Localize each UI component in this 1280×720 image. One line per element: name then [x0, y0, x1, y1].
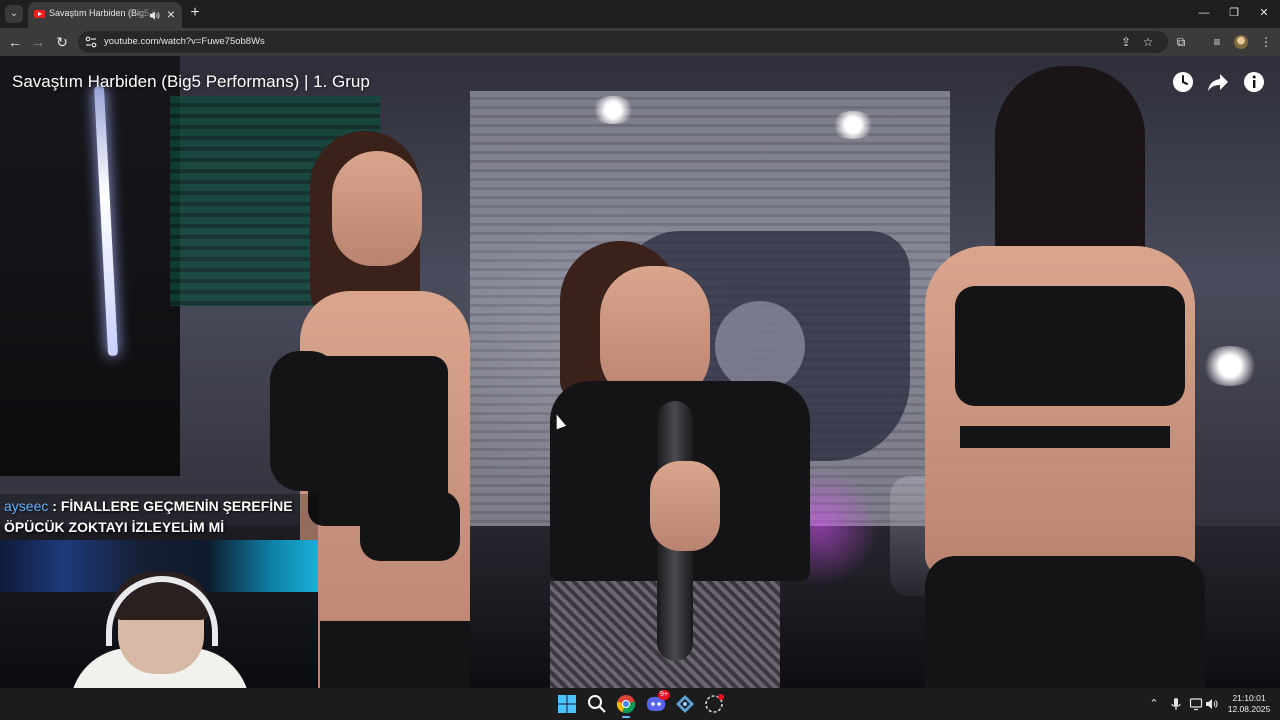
microphone-icon[interactable] — [1169, 696, 1183, 712]
profile-avatar[interactable] — [1234, 35, 1248, 49]
chat-text-line2: ÖPÜCÜK ZOKTAYI İZLEYELİM Mİ — [4, 519, 225, 535]
windows-taskbar: 9+ ⌃ 21:10:01 12.08.2025 — [0, 688, 1280, 720]
extensions-icon[interactable]: ⧉ — [1172, 33, 1190, 51]
webcam-overlay — [0, 540, 318, 688]
network-icon[interactable] — [1189, 696, 1203, 712]
app-icon-2[interactable] — [702, 692, 726, 716]
info-icon[interactable] — [1242, 70, 1266, 94]
chat-separator: : — [48, 498, 61, 514]
search-icon[interactable] — [585, 692, 609, 716]
performer-right — [925, 66, 1215, 688]
browser-toolbar: ← → ↻ youtube.com/watch?v=Fuwe75ob8Ws ⇪ … — [0, 28, 1280, 56]
window-restore-button[interactable]: ❐ — [1225, 5, 1243, 21]
media-controls-icon[interactable]: ≡ — [1208, 33, 1226, 51]
share-icon[interactable] — [1206, 70, 1230, 94]
windows-start-icon[interactable] — [555, 692, 579, 716]
stage-staircase — [0, 56, 180, 476]
video-player[interactable]: Savaştım Harbiden (Big5 Performans) | 1.… — [0, 56, 1280, 688]
youtube-favicon-icon — [34, 10, 45, 18]
tab-title: Savaştım Harbiden (Big5 Pe — [49, 8, 157, 18]
tab-search-button[interactable]: ⌄ — [5, 5, 23, 23]
clock-date: 12.08.2025 — [1227, 704, 1271, 714]
app-icon[interactable] — [673, 692, 697, 716]
cast-icon[interactable]: ⇪ — [1118, 34, 1134, 50]
tray-overflow-chevron-icon[interactable]: ⌃ — [1147, 696, 1161, 712]
clock-time: 21:10:01 — [1232, 693, 1266, 703]
volume-icon[interactable] — [1205, 696, 1219, 712]
new-tab-button[interactable]: + — [188, 5, 202, 21]
reload-button[interactable]: ↻ — [53, 33, 71, 51]
discord-badge: 9+ — [658, 690, 670, 700]
chat-username: ayseec — [4, 498, 49, 514]
video-title[interactable]: Savaştım Harbiden (Big5 Performans) | 1.… — [12, 72, 370, 92]
screen: ⌄ Savaştım Harbiden (Big5 Pe × + — ❐ ✕ ←… — [0, 0, 1280, 720]
stage-spotlight — [590, 96, 636, 124]
browser-tab-youtube[interactable]: Savaştım Harbiden (Big5 Pe × — [28, 2, 182, 28]
performer-center — [520, 241, 820, 688]
back-button[interactable]: ← — [6, 33, 24, 51]
chrome-icon — [616, 695, 636, 714]
window-minimize-button[interactable]: — — [1195, 5, 1213, 21]
clock-icon[interactable] — [1171, 70, 1195, 94]
tab-close-button[interactable]: × — [164, 6, 178, 22]
chrome-taskbar-item[interactable] — [614, 692, 638, 718]
speaker-icon[interactable] — [149, 10, 160, 21]
site-info-icon[interactable] — [84, 35, 98, 49]
browser-tab-strip: ⌄ Savaştım Harbiden (Big5 Pe × + — ❐ ✕ — [0, 0, 1280, 28]
address-bar[interactable]: youtube.com/watch?v=Fuwe75ob8Ws ⇪ ☆ — [78, 31, 1168, 53]
bookmark-star-icon[interactable]: ☆ — [1140, 34, 1156, 50]
chat-text-line1: FİNALLERE GEÇMENİN ŞEREFİNE — [60, 498, 293, 514]
taskbar-clock[interactable]: 21:10:01 12.08.2025 — [1222, 693, 1276, 715]
url-text[interactable]: youtube.com/watch?v=Fuwe75ob8Ws — [104, 36, 265, 47]
chat-message: ayseec : FİNALLERE GEÇMENİN ŞEREFİNE ÖPÜ… — [0, 494, 318, 540]
browser-menu-icon[interactable]: ⋮ — [1257, 33, 1275, 51]
stage-spotlight — [830, 111, 876, 139]
discord-taskbar-item[interactable]: 9+ — [644, 690, 670, 716]
forward-button[interactable]: → — [29, 33, 47, 51]
window-close-button[interactable]: ✕ — [1255, 5, 1273, 21]
